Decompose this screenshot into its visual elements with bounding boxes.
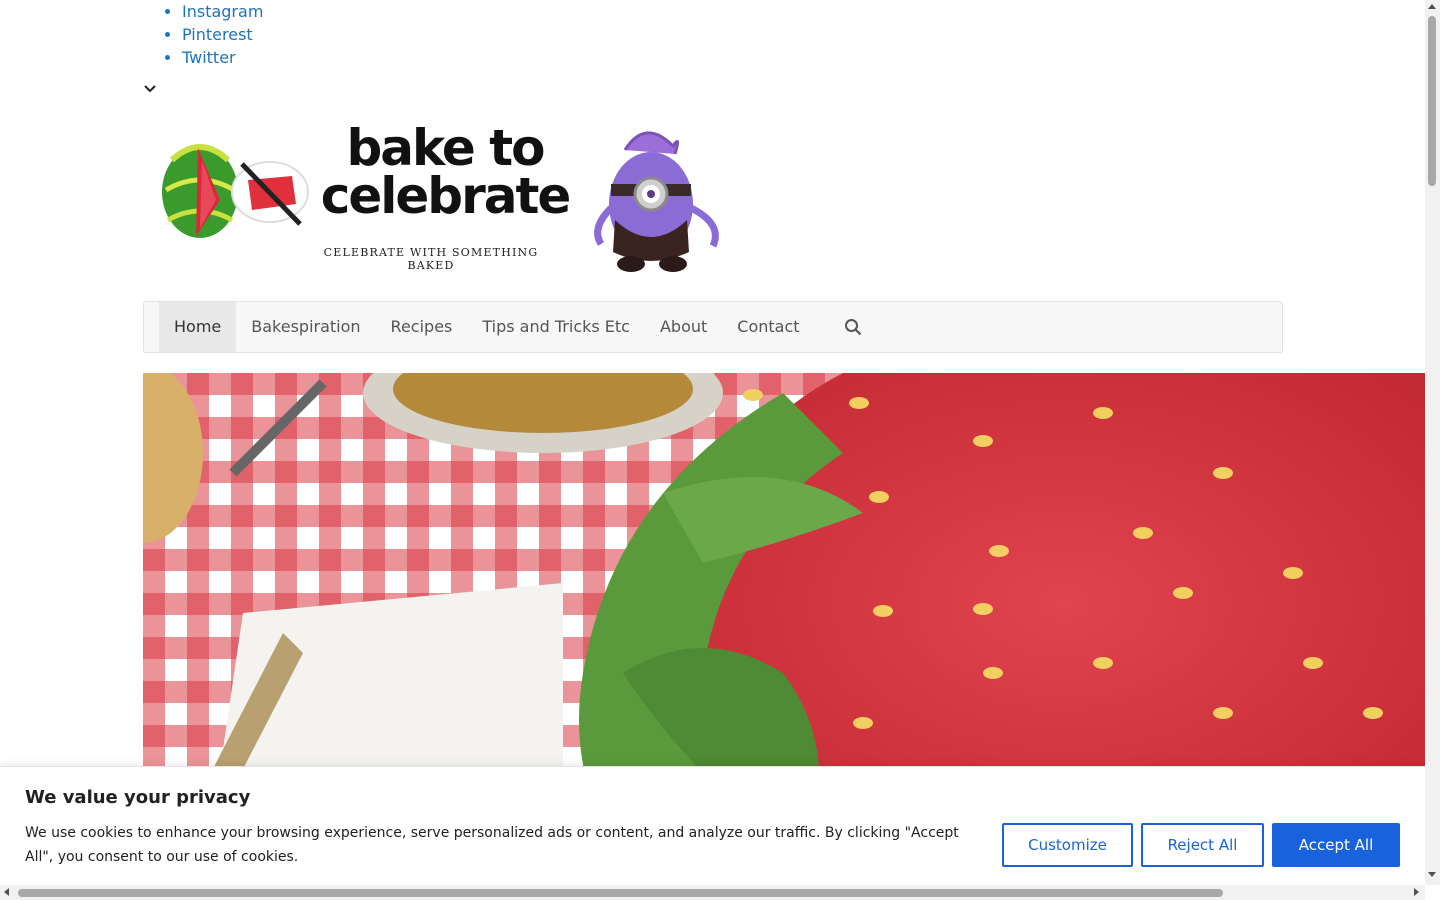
pinterest-link[interactable]: Pinterest xyxy=(182,25,253,44)
social-link-item: Pinterest xyxy=(182,23,263,46)
nav-search-button[interactable] xyxy=(815,302,891,352)
horizontal-scrollbar-thumb[interactable] xyxy=(18,889,1223,897)
cookie-title: We value your privacy xyxy=(25,787,251,808)
accept-all-button[interactable]: Accept All xyxy=(1272,823,1400,867)
instagram-link[interactable]: Instagram xyxy=(182,2,263,21)
minion-cake-illustration xyxy=(594,131,719,272)
nav-item-home[interactable]: Home xyxy=(159,302,237,352)
watermelon-cake-illustration xyxy=(162,144,309,238)
vertical-scrollbar[interactable] xyxy=(1425,0,1440,885)
logo-tagline: CELEBRATE WITH SOMETHING BAKED xyxy=(323,246,539,272)
logo-title-line1: bake to xyxy=(346,119,545,177)
cookie-description: We use cookies to enhance your browsing … xyxy=(25,825,959,865)
scroll-up-arrow-icon[interactable] xyxy=(1428,4,1436,9)
cookie-consent-banner: We value your privacy We use cookies to … xyxy=(0,766,1425,885)
site-logo[interactable]: bake to celebrate CELEBRATE WITH SOMETHI… xyxy=(160,122,730,282)
logo-title-line2: celebrate xyxy=(320,167,572,225)
social-links-list: Instagram Pinterest Twitter xyxy=(143,0,263,69)
twitter-link[interactable]: Twitter xyxy=(182,48,236,67)
scroll-left-arrow-icon[interactable] xyxy=(4,888,9,896)
scroll-right-arrow-icon[interactable] xyxy=(1414,888,1419,896)
vertical-scrollbar-thumb[interactable] xyxy=(1428,16,1436,186)
reject-all-button[interactable]: Reject All xyxy=(1141,823,1264,867)
nav-item-tips-and-tricks[interactable]: Tips and Tricks Etc xyxy=(467,302,645,352)
chevron-down-icon[interactable] xyxy=(143,82,157,96)
horizontal-scrollbar[interactable] xyxy=(0,885,1425,900)
main-navigation: Home Bakespiration Recipes Tips and Tric… xyxy=(143,301,1283,353)
search-icon xyxy=(844,319,861,336)
social-link-item: Twitter xyxy=(182,46,263,69)
nav-item-about[interactable]: About xyxy=(645,302,722,352)
scroll-down-arrow-icon[interactable] xyxy=(1428,872,1436,877)
social-link-item: Instagram xyxy=(182,0,263,23)
customize-button[interactable]: Customize xyxy=(1002,823,1133,867)
nav-item-contact[interactable]: Contact xyxy=(722,302,814,352)
nav-items: Home Bakespiration Recipes Tips and Tric… xyxy=(159,302,891,352)
nav-item-recipes[interactable]: Recipes xyxy=(376,302,468,352)
nav-item-bakespiration[interactable]: Bakespiration xyxy=(236,302,375,352)
page-viewport: Instagram Pinterest Twitter bake to cele… xyxy=(0,0,1425,885)
logo-title: bake to celebrate xyxy=(300,119,590,225)
